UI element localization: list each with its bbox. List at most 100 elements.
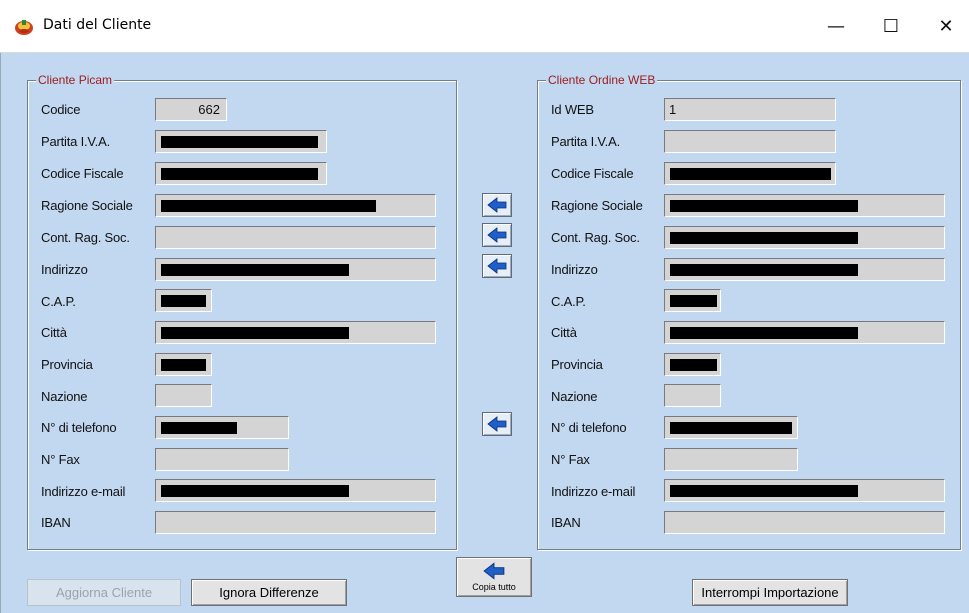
close-button[interactable]: ✕ bbox=[923, 10, 969, 42]
field-fax[interactable] bbox=[155, 448, 289, 471]
arrow-left-icon bbox=[487, 197, 507, 213]
arrow-left-icon bbox=[487, 416, 507, 432]
group-title-web: Cliente Ordine WEB bbox=[546, 72, 658, 88]
label-citta-web: Città bbox=[551, 325, 577, 340]
title-bar: Dati del Cliente — ☐ ✕ bbox=[0, 0, 969, 53]
arrow-left-icon bbox=[487, 227, 507, 243]
minimize-icon: — bbox=[827, 15, 845, 37]
window-title: Dati del Cliente bbox=[43, 17, 152, 33]
redacted-value bbox=[670, 295, 717, 307]
label-citta: Città bbox=[41, 325, 67, 340]
field-cap-web[interactable] bbox=[664, 289, 721, 312]
field-indirizzo-web[interactable] bbox=[664, 258, 945, 281]
label-nazione-web: Nazione bbox=[551, 389, 598, 404]
label-provincia: Provincia bbox=[41, 357, 93, 372]
field-email-web[interactable] bbox=[664, 479, 945, 502]
label-provincia-web: Provincia bbox=[551, 357, 603, 372]
label-partita-iva: Partita I.V.A. bbox=[41, 134, 110, 149]
minimize-button[interactable]: — bbox=[813, 10, 859, 42]
copy-cont-rag-soc-button[interactable] bbox=[482, 223, 512, 247]
label-indirizzo-web: Indirizzo bbox=[551, 262, 598, 277]
field-telefono-web[interactable] bbox=[664, 416, 798, 439]
label-cap: C.A.P. bbox=[41, 294, 76, 309]
field-ragione-sociale-web[interactable] bbox=[664, 194, 945, 217]
copy-all-label: Copia tutto bbox=[472, 582, 516, 592]
field-partita-iva[interactable] bbox=[155, 130, 327, 153]
redacted-value bbox=[161, 359, 206, 371]
label-email-web: Indirizzo e-mail bbox=[551, 484, 636, 499]
label-partita-iva-web: Partita I.V.A. bbox=[551, 134, 620, 149]
redacted-value bbox=[161, 327, 349, 339]
label-codice-fiscale: Codice Fiscale bbox=[41, 166, 124, 181]
field-cont-rag-soc-web[interactable] bbox=[664, 226, 945, 249]
field-email[interactable] bbox=[155, 479, 436, 502]
app-icon bbox=[15, 20, 33, 35]
redacted-value bbox=[670, 168, 831, 180]
label-indirizzo: Indirizzo bbox=[41, 262, 88, 277]
field-provincia[interactable] bbox=[155, 353, 212, 376]
field-iban-web[interactable] bbox=[664, 511, 945, 534]
label-codice-fiscale-web: Codice Fiscale bbox=[551, 166, 634, 181]
field-indirizzo[interactable] bbox=[155, 258, 436, 281]
field-citta-web[interactable] bbox=[664, 321, 945, 344]
close-icon: ✕ bbox=[938, 15, 954, 37]
redacted-value bbox=[670, 485, 858, 497]
stop-import-button[interactable]: Interrompi Importazione bbox=[692, 579, 848, 606]
field-codice-fiscale[interactable] bbox=[155, 162, 327, 185]
copy-all-button[interactable]: Copia tutto bbox=[456, 557, 532, 597]
maximize-button[interactable]: ☐ bbox=[868, 10, 914, 42]
copy-indirizzo-button[interactable] bbox=[482, 254, 512, 278]
label-id-web: Id WEB bbox=[551, 102, 594, 117]
redacted-value bbox=[161, 295, 206, 307]
label-telefono: N° di telefono bbox=[41, 420, 117, 435]
field-ragione-sociale[interactable] bbox=[155, 194, 436, 217]
arrow-left-icon bbox=[487, 258, 507, 274]
maximize-icon: ☐ bbox=[882, 15, 900, 37]
label-fax-web: N° Fax bbox=[551, 452, 590, 467]
redacted-value bbox=[161, 200, 376, 212]
copy-telefono-button[interactable] bbox=[482, 412, 512, 436]
redacted-value bbox=[670, 200, 858, 212]
field-cap[interactable] bbox=[155, 289, 212, 312]
field-codice-fiscale-web[interactable] bbox=[664, 162, 836, 185]
label-telefono-web: N° di telefono bbox=[551, 420, 627, 435]
label-cont-rag-soc: Cont. Rag. Soc. bbox=[41, 230, 130, 245]
redacted-value bbox=[161, 136, 318, 148]
update-client-button[interactable]: Aggiorna Cliente bbox=[27, 579, 181, 606]
redacted-value bbox=[670, 359, 717, 371]
field-id-web-value: 1 bbox=[669, 102, 677, 117]
field-partita-iva-web[interactable] bbox=[664, 130, 836, 153]
label-iban: IBAN bbox=[41, 515, 71, 530]
redacted-value bbox=[161, 422, 237, 434]
redacted-value bbox=[161, 264, 349, 276]
field-fax-web[interactable] bbox=[664, 448, 798, 471]
ignore-differences-button[interactable]: Ignora Differenze bbox=[191, 579, 347, 606]
redacted-value bbox=[670, 422, 792, 434]
label-cont-rag-soc-web: Cont. Rag. Soc. bbox=[551, 230, 640, 245]
field-citta[interactable] bbox=[155, 321, 436, 344]
label-cap-web: C.A.P. bbox=[551, 294, 586, 309]
group-title-picam: Cliente Picam bbox=[36, 72, 115, 88]
redacted-value bbox=[161, 168, 318, 180]
redacted-value bbox=[670, 264, 858, 276]
copy-ragione-sociale-button[interactable] bbox=[482, 193, 512, 217]
field-id-web[interactable]: 1 bbox=[664, 98, 836, 121]
label-fax: N° Fax bbox=[41, 452, 80, 467]
field-iban[interactable] bbox=[155, 511, 436, 534]
redacted-value bbox=[670, 232, 858, 244]
field-cont-rag-soc[interactable] bbox=[155, 226, 436, 249]
redacted-value bbox=[670, 327, 858, 339]
redacted-value bbox=[161, 485, 349, 497]
label-nazione: Nazione bbox=[41, 389, 88, 404]
field-nazione-web[interactable] bbox=[664, 384, 721, 407]
field-provincia-web[interactable] bbox=[664, 353, 721, 376]
label-ragione-sociale: Ragione Sociale bbox=[41, 198, 133, 213]
field-codice[interactable]: 662 bbox=[155, 98, 227, 121]
field-nazione[interactable] bbox=[155, 384, 212, 407]
arrow-left-icon bbox=[483, 562, 505, 580]
field-telefono[interactable] bbox=[155, 416, 289, 439]
label-codice: Codice bbox=[41, 102, 81, 117]
label-ragione-sociale-web: Ragione Sociale bbox=[551, 198, 643, 213]
label-email: Indirizzo e-mail bbox=[41, 484, 126, 499]
field-codice-value: 662 bbox=[198, 102, 220, 117]
